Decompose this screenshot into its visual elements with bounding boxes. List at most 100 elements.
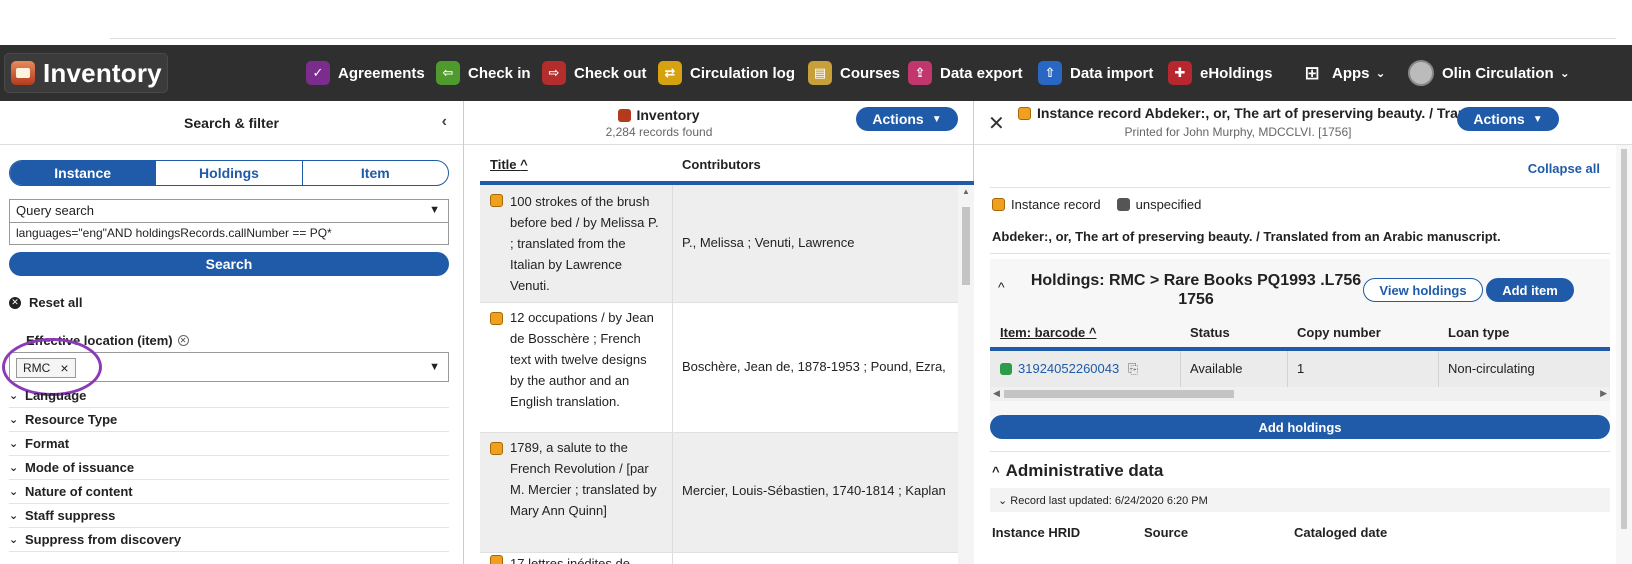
column-header-title[interactable]: Title ^: [490, 157, 528, 172]
facet-staff-suppress[interactable]: ⌄ Staff suppress: [9, 504, 449, 528]
administrative-data-accordion[interactable]: ^ Administrative data: [992, 461, 1163, 481]
scroll-left-icon[interactable]: ◀: [993, 388, 1000, 399]
view-holdings-button[interactable]: View holdings: [1363, 278, 1483, 302]
sort-asc-icon: ^: [520, 157, 528, 172]
add-holdings-button[interactable]: Add holdings: [990, 415, 1610, 439]
copy-barcode-icon[interactable]: ⎘: [1128, 361, 1138, 377]
results-scrollbar[interactable]: ▲: [958, 185, 974, 564]
results-count: 2,284 records found: [605, 125, 713, 139]
nav-item-check-in[interactable]: ⇦ Check in: [436, 59, 531, 87]
chevron-down-icon: ⌄: [9, 462, 19, 474]
detail-actions-button[interactable]: Actions ▼: [1457, 107, 1559, 131]
facet-label: Resource Type: [25, 412, 118, 427]
search-filter-pane: Search & filter ‹ Instance Holdings Item…: [0, 101, 464, 564]
chevron-up-icon[interactable]: ^: [998, 279, 1005, 295]
column-divider: [1287, 351, 1288, 387]
holdings-accordion: ^ Holdings: RMC > Rare Books PQ1993 .L75…: [990, 259, 1610, 417]
row-title: 17 lettres inédites de: [510, 556, 630, 564]
instance-record-icon: [490, 555, 503, 564]
item-copy-number: 1: [1297, 361, 1305, 376]
record-type: Instance record: [1011, 197, 1101, 212]
divider: [990, 253, 1610, 254]
row-title: 100 strokes of the brush before bed / by…: [510, 194, 659, 293]
table-row[interactable]: 1789, a salute to the French Revolution …: [480, 433, 958, 553]
column-header-barcode[interactable]: Item: barcode ^: [1000, 325, 1096, 340]
chevron-down-icon: ⌄: [9, 390, 19, 402]
collapse-all-link[interactable]: Collapse all: [1528, 161, 1600, 176]
results-actions-button[interactable]: Actions ▼: [856, 107, 958, 131]
record-last-updated[interactable]: ⌄ Record last updated: 6/24/2020 6:20 PM: [990, 488, 1610, 512]
table-row[interactable]: 17 lettres inédites de: [480, 553, 958, 564]
column-header-copy-number[interactable]: Copy number: [1297, 325, 1381, 340]
nav-item-data-export[interactable]: ⇪ Data export: [908, 59, 1023, 87]
clear-filter-icon[interactable]: ✕: [177, 335, 189, 346]
reset-all-button[interactable]: ✕ Reset all: [9, 295, 82, 310]
close-icon[interactable]: ✕: [988, 111, 1005, 136]
column-divider: [672, 185, 673, 302]
search-input[interactable]: languages="eng"AND holdingsRecords.callN…: [9, 223, 449, 245]
facet-resource-type[interactable]: ⌄ Resource Type: [9, 408, 449, 432]
nav-item-check-out[interactable]: ⇨ Check out: [542, 59, 647, 87]
row-contributors: Boschère, Jean de, 1878-1953 ; Pound, Ez…: [682, 359, 946, 374]
item-barcode-link[interactable]: 31924052260043: [1018, 361, 1119, 376]
column-header-status[interactable]: Status: [1190, 325, 1230, 340]
caret-down-icon: ▼: [931, 113, 942, 125]
scroll-right-icon[interactable]: ▶: [1600, 388, 1607, 399]
nav-item-circulation-log[interactable]: ⇄ Circulation log: [658, 59, 795, 87]
inventory-app-icon: [11, 61, 35, 85]
column-divider: [672, 553, 673, 564]
detail-scrollbar[interactable]: [1616, 145, 1632, 564]
facet-label: Language: [25, 388, 87, 403]
chevron-down-icon: ⌄: [1559, 66, 1570, 80]
column-header-contributors[interactable]: Contributors: [682, 157, 761, 172]
main-nav: Inventory ✓ Agreements ⇦ Check in ⇨ Check o…: [0, 45, 1632, 101]
search-button[interactable]: Search: [9, 252, 449, 276]
last-updated-text: Record last updated: 6/24/2020 6:20 PM: [1010, 495, 1208, 507]
nav-label: Circulation log: [690, 64, 795, 82]
nav-label: Courses: [840, 64, 901, 82]
nav-label: Apps: [1332, 64, 1370, 82]
divider: [990, 451, 1610, 452]
table-row[interactable]: 12 occupations / by Jean de Bosschère ; …: [480, 303, 958, 433]
facet-label: Suppress from discovery: [25, 532, 182, 547]
app-switcher-inventory[interactable]: Inventory: [4, 53, 168, 93]
facet-suppress-from-discovery[interactable]: ⌄ Suppress from discovery: [9, 528, 449, 552]
scroll-up-icon[interactable]: ▲: [962, 187, 970, 196]
scrollbar-thumb[interactable]: [962, 207, 970, 285]
segment-holdings[interactable]: Holdings: [156, 161, 303, 185]
chevron-down-icon: ⌄: [9, 534, 19, 546]
scrollbar-thumb[interactable]: [1004, 390, 1234, 398]
segment-instance[interactable]: Instance: [10, 161, 157, 185]
nav-item-agreements[interactable]: ✓ Agreements: [306, 59, 425, 87]
table-row[interactable]: 100 strokes of the brush before bed / by…: [480, 185, 958, 303]
facet-language[interactable]: ⌄ Language: [9, 384, 449, 408]
results-pane: Inventory 2,284 records found Actions ▼ T…: [464, 101, 974, 564]
query-type-select[interactable]: Query search ▼: [9, 199, 449, 223]
item-status: Available: [1190, 361, 1243, 376]
browser-top-strip: [0, 0, 1632, 45]
nav-item-data-import[interactable]: ⇧ Data import: [1038, 59, 1153, 87]
items-horizontal-scrollbar[interactable]: ◀ ▶: [990, 387, 1610, 401]
segment-item[interactable]: Item: [303, 161, 448, 185]
detail-subtitle: Printed for John Murphy, MDCCLVI. [1756]: [1124, 125, 1352, 139]
nav-item-courses[interactable]: ▤ Courses: [808, 59, 900, 87]
item-row[interactable]: 31924052260043 ⎘ Available 1 Non-circula…: [990, 351, 1610, 387]
instance-record-icon: [992, 198, 1005, 211]
nav-item-eholdings[interactable]: ✚ eHoldings: [1168, 59, 1273, 87]
column-divider: [672, 433, 673, 552]
chevron-down-icon: ⌄: [1375, 66, 1386, 80]
detail-header: ✕ Instance record Abdeker:, or, The art …: [974, 101, 1632, 145]
collapse-pane-icon[interactable]: ‹: [442, 113, 447, 131]
segment-control: Instance Holdings Item: [9, 160, 449, 186]
eholdings-icon: ✚: [1168, 61, 1192, 85]
add-item-button[interactable]: Add item: [1486, 278, 1574, 302]
facet-mode-of-issuance[interactable]: ⌄ Mode of issuance: [9, 456, 449, 480]
facet-label: Nature of content: [25, 484, 133, 499]
facet-format[interactable]: ⌄ Format: [9, 432, 449, 456]
nav-item-apps[interactable]: ⊞ Apps ⌄: [1300, 59, 1386, 87]
record-type-line: Instance record unspecified: [992, 197, 1201, 212]
column-header-loan-type[interactable]: Loan type: [1448, 325, 1509, 340]
user-menu[interactable]: Olin Circulation ⌄: [1408, 59, 1570, 87]
facet-nature-of-content[interactable]: ⌄ Nature of content: [9, 480, 449, 504]
scrollbar-thumb[interactable]: [1621, 149, 1627, 529]
